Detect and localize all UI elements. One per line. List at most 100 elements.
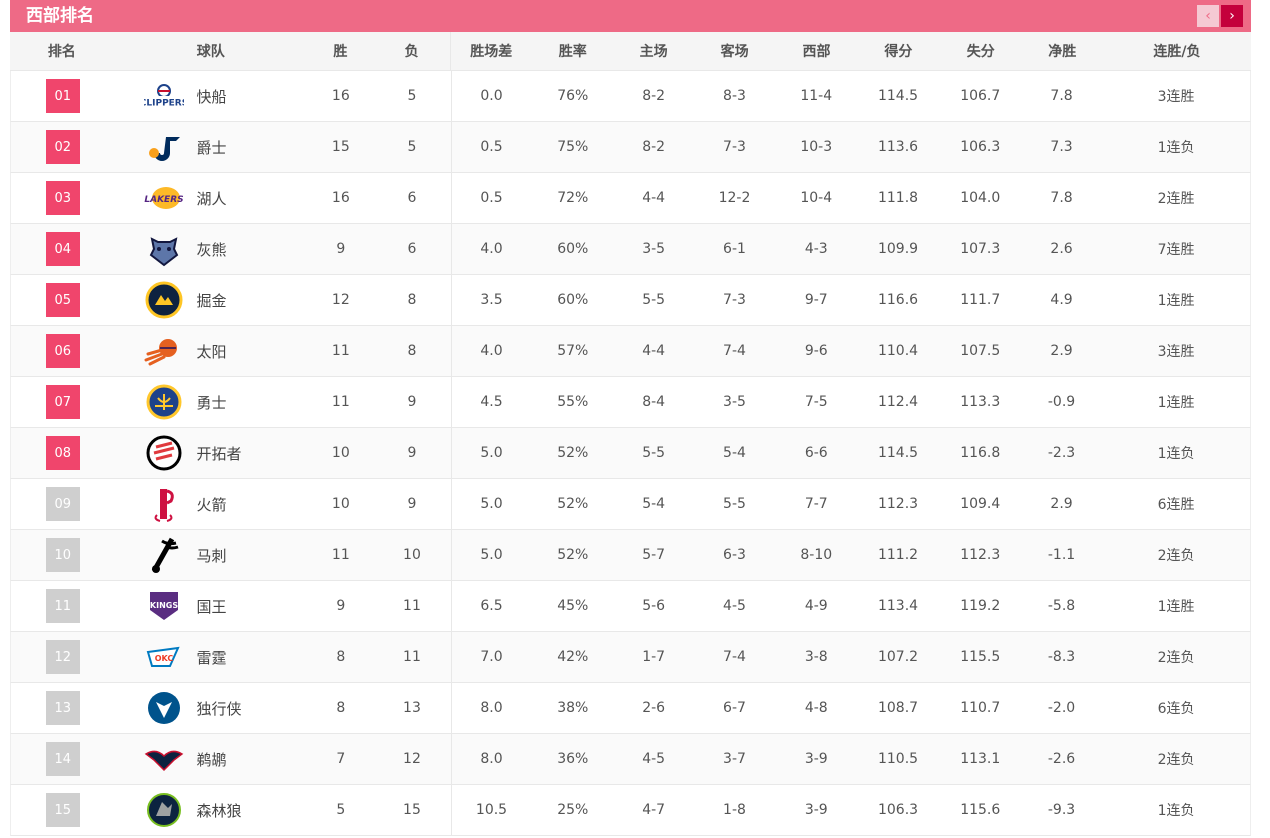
home-record: 5-5 <box>642 292 666 308</box>
spurs-logo <box>144 535 184 575</box>
mavericks-logo <box>144 688 184 728</box>
blazers-logo <box>144 433 184 473</box>
team-cell[interactable]: 独行侠 <box>114 683 308 733</box>
team-name[interactable]: 森林狼 <box>196 800 241 821</box>
wins: 7 <box>336 751 346 767</box>
team-cell[interactable]: 森林狼 <box>114 785 308 835</box>
next-page-button[interactable]: › <box>1221 5 1243 27</box>
away-record: 5-5 <box>723 496 746 512</box>
team-cell[interactable]: 勇士 <box>114 377 308 427</box>
games-back: 8.0 <box>480 700 503 716</box>
losses: 6 <box>373 224 452 274</box>
away-record: 12-2 <box>718 190 751 206</box>
net-rating: 4.9 <box>1050 292 1073 308</box>
losses: 8 <box>373 275 452 325</box>
wins: 10 <box>331 445 350 461</box>
table-row[interactable]: 09 火箭 10 9 5.0 52% 5-4 5-5 7-7 112.3 109… <box>10 479 1251 530</box>
team-cell[interactable]: OKC 雷霆 <box>114 632 308 682</box>
table-row[interactable]: 05 掘金 12 8 3.5 60% 5-5 7-3 9-7 116.6 111… <box>10 275 1251 326</box>
away-record: 6-7 <box>723 700 746 716</box>
wins: 5 <box>336 802 346 818</box>
team-name[interactable]: 国王 <box>196 596 226 617</box>
team-name[interactable]: 鹈鹕 <box>196 749 226 770</box>
col-games-back: 胜场差 <box>470 44 513 60</box>
table-row[interactable]: 15 森林狼 5 15 10.5 25% 4-7 1-8 3-9 106.3 1… <box>10 785 1251 836</box>
team-cell[interactable]: 太阳 <box>114 326 308 376</box>
team-name[interactable]: 勇士 <box>196 392 226 413</box>
pager: ‹ › <box>1197 5 1243 27</box>
net-rating: 2.9 <box>1050 343 1073 359</box>
home-record: 8-2 <box>642 88 666 104</box>
team-name[interactable]: 太阳 <box>196 341 226 362</box>
team-cell[interactable]: 火箭 <box>114 479 308 529</box>
rank-badge: 01 <box>45 79 80 113</box>
home-record: 2-6 <box>642 700 666 716</box>
net-rating: 7.3 <box>1050 139 1073 155</box>
losses: 9 <box>373 428 452 478</box>
losses: 8 <box>373 326 452 376</box>
team-cell[interactable]: CLIPPERS 快船 <box>114 71 308 121</box>
streak: 7连胜 <box>1157 242 1195 258</box>
net-rating: -2.3 <box>1047 445 1076 461</box>
team-name[interactable]: 湖人 <box>196 188 226 209</box>
team-name[interactable]: 灰熊 <box>196 239 226 260</box>
table-row[interactable]: 10 马刺 11 10 5.0 52% 5-7 6-3 8-10 111.2 1… <box>10 530 1251 581</box>
net-rating: 7.8 <box>1050 88 1073 104</box>
points-allowed: 107.3 <box>960 241 1001 257</box>
team-name[interactable]: 掘金 <box>196 290 226 311</box>
jazz-logo <box>144 127 184 167</box>
team-cell[interactable]: KINGS 国王 <box>114 581 308 631</box>
lakers-logo: LAKERS <box>144 178 184 218</box>
thunder-wordmark: OKC <box>155 654 174 663</box>
points: 113.6 <box>877 139 919 155</box>
games-back: 0.5 <box>480 139 503 155</box>
wins: 9 <box>336 598 346 614</box>
table-row[interactable]: 11 KINGS 国王 9 11 6.5 45% 5-6 4-5 4-9 113… <box>10 581 1251 632</box>
table-row[interactable]: 08 开拓者 10 9 5.0 52% 5-5 5-4 6-6 114.5 11… <box>10 428 1251 479</box>
games-back: 10.5 <box>475 802 508 818</box>
suns-logo <box>144 331 184 371</box>
table-row[interactable]: 14 鹈鹕 7 12 8.0 36% 4-5 3-7 3-9 110.5 113… <box>10 734 1251 785</box>
points: 109.9 <box>877 241 919 257</box>
table-row[interactable]: 06 太阳 11 8 4.0 57% 4-4 7-4 9-6 110.4 107… <box>10 326 1251 377</box>
losses: 11 <box>373 581 452 631</box>
team-cell[interactable]: 鹈鹕 <box>114 734 308 784</box>
team-cell[interactable]: 爵士 <box>114 122 308 172</box>
points-allowed: 113.3 <box>960 394 1001 410</box>
away-record: 7-4 <box>723 649 746 665</box>
team-name[interactable]: 独行侠 <box>196 698 241 719</box>
streak: 2连胜 <box>1157 191 1195 207</box>
wins: 8 <box>336 700 346 716</box>
grizzlies-logo <box>144 229 184 269</box>
table-row[interactable]: 13 独行侠 8 13 8.0 38% 2-6 6-7 4-8 108.7 11… <box>10 683 1251 734</box>
team-name[interactable]: 马刺 <box>196 545 226 566</box>
table-row[interactable]: 03 LAKERS 湖人 16 6 0.5 72% 4-4 12-2 10-4 … <box>10 173 1251 224</box>
team-name[interactable]: 爵士 <box>196 137 226 158</box>
team-cell[interactable]: 开拓者 <box>114 428 308 478</box>
timberwolves-logo <box>144 790 184 830</box>
team-name[interactable]: 雷霆 <box>196 647 226 668</box>
net-rating: -2.6 <box>1047 751 1076 767</box>
table-row[interactable]: 07 勇士 11 9 4.5 55% 8-4 3-5 7-5 112.4 113… <box>10 377 1251 428</box>
team-name[interactable]: 火箭 <box>196 494 226 515</box>
wins: 9 <box>336 241 346 257</box>
team-name[interactable]: 快船 <box>196 86 226 107</box>
team-cell[interactable]: 马刺 <box>114 530 308 580</box>
rank-badge: 10 <box>45 538 80 572</box>
win-pct: 76% <box>557 88 589 104</box>
team-cell[interactable]: LAKERS 湖人 <box>114 173 308 223</box>
home-record: 3-5 <box>642 241 666 257</box>
table-row[interactable]: 02 爵士 15 5 0.5 75% 8-2 7-3 10-3 113.6 10… <box>10 122 1251 173</box>
losses: 5 <box>373 71 452 121</box>
streak: 2连负 <box>1157 548 1195 564</box>
table-row[interactable]: 04 灰熊 9 6 4.0 60% 3-5 6-1 4-3 109.9 107.… <box>10 224 1251 275</box>
team-cell[interactable]: 灰熊 <box>114 224 308 274</box>
team-name[interactable]: 开拓者 <box>196 443 241 464</box>
win-pct: 36% <box>557 751 589 767</box>
table-row[interactable]: 01 CLIPPERS 快船 16 5 0.0 76% 8-2 8-3 11-4… <box>10 71 1251 122</box>
team-cell[interactable]: 掘金 <box>114 275 308 325</box>
prev-page-button[interactable]: ‹ <box>1197 5 1219 27</box>
table-row[interactable]: 12 OKC 雷霆 8 11 7.0 42% 1-7 7-4 3-8 107.2… <box>10 632 1251 683</box>
points: 116.6 <box>877 292 919 308</box>
wins: 11 <box>331 343 350 359</box>
